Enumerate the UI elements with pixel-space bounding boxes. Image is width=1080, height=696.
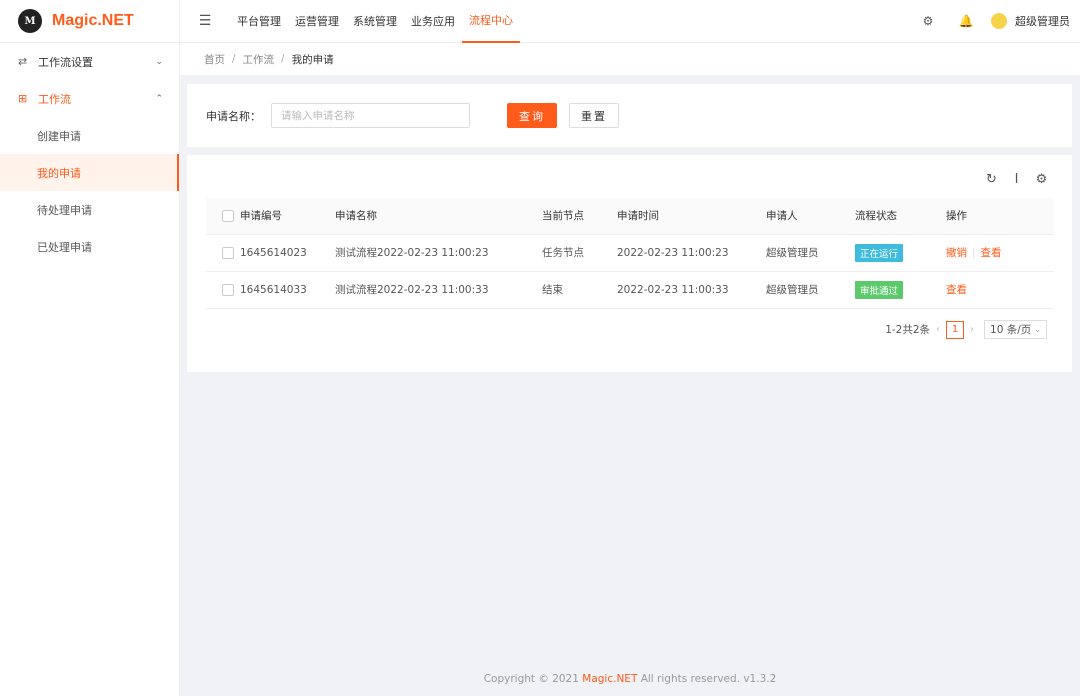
chevron-down-icon: ⌄ bbox=[155, 56, 163, 67]
breadcrumb-separator: / bbox=[281, 53, 285, 65]
cell-id: 1645614033 bbox=[240, 271, 335, 309]
cell-node: 任务节点 bbox=[542, 234, 617, 272]
column-header-time[interactable]: 申请时间 bbox=[617, 198, 766, 235]
cell-name: 测试流程2022-02-23 11:00:23 bbox=[335, 234, 542, 272]
sidebar-group-label: 工作流设置 bbox=[38, 55, 93, 69]
sidebar-item-my-requests[interactable]: 我的申请 bbox=[0, 154, 179, 191]
cell-time: 2022-02-23 11:00:23 bbox=[617, 234, 766, 272]
column-header-id[interactable]: 申请编号 bbox=[240, 198, 335, 235]
logo-mark-icon: M bbox=[18, 9, 42, 33]
reset-button[interactable]: 重置 bbox=[569, 103, 619, 128]
top-header: ☰ 平台管理 运营管理 系统管理 业务应用 流程中心 ⚙ 🔔 超级管理员 bbox=[180, 0, 1080, 43]
breadcrumb-home[interactable]: 首页 bbox=[204, 52, 225, 67]
footer: Copyright © 2021 Magic.NET All rights re… bbox=[180, 673, 1080, 685]
username[interactable]: 超级管理员 bbox=[1015, 13, 1070, 29]
table-row: 1645614033 测试流程2022-02-23 11:00:33 结束 20… bbox=[206, 271, 1054, 309]
cell-applicant: 超级管理员 bbox=[766, 234, 855, 272]
column-header-applicant[interactable]: 申请人 bbox=[766, 198, 855, 235]
page-size-value: 10 条/页 bbox=[990, 324, 1032, 336]
sidebar-item-processed-requests[interactable]: 已处理申请 bbox=[0, 228, 179, 265]
view-link[interactable]: 查看 bbox=[946, 284, 967, 296]
menu-fold-icon[interactable]: ☰ bbox=[180, 13, 230, 29]
swap-icon: ⇄ bbox=[18, 55, 28, 68]
breadcrumb: 首页 / 工作流 / 我的申请 bbox=[180, 43, 1080, 75]
view-link[interactable]: 查看 bbox=[981, 247, 1002, 259]
nav-operations[interactable]: 运营管理 bbox=[288, 0, 346, 43]
logo-text: Magic.NET bbox=[52, 12, 134, 29]
status-badge: 正在运行 bbox=[855, 243, 904, 262]
cell-applicant: 超级管理员 bbox=[766, 271, 855, 309]
cell-node: 结束 bbox=[542, 271, 617, 309]
logo[interactable]: M Magic.NET bbox=[0, 0, 179, 43]
density-icon[interactable]: Ι bbox=[1004, 172, 1029, 187]
cell-time: 2022-02-23 11:00:33 bbox=[617, 271, 766, 309]
pagination: 1-2共2条 ‹ 1 › 10 条/页 ⌄ bbox=[885, 320, 1047, 339]
table-tools: ↻ Ι ⚙ bbox=[979, 172, 1054, 187]
page-1-button[interactable]: 1 bbox=[946, 320, 965, 339]
workflow-icon: ⊞ bbox=[18, 92, 28, 105]
nav-workflow-center[interactable]: 流程中心 bbox=[462, 0, 520, 43]
breadcrumb-current: 我的申请 bbox=[291, 53, 334, 66]
nav-system[interactable]: 系统管理 bbox=[346, 0, 404, 43]
bell-icon[interactable]: 🔔 bbox=[947, 14, 985, 28]
nav-platform[interactable]: 平台管理 bbox=[230, 0, 288, 43]
column-header-node[interactable]: 当前节点 bbox=[542, 198, 617, 235]
sidebar: M Magic.NET ⇄ 工作流设置 ⌄ ⊞ 工作流 ⌃ 创建申请 我的申请 … bbox=[0, 0, 180, 696]
settings-icon[interactable]: ⚙ bbox=[909, 14, 947, 28]
avatar[interactable] bbox=[991, 13, 1007, 29]
sidebar-group-label: 工作流 bbox=[38, 92, 71, 106]
nav-business[interactable]: 业务应用 bbox=[404, 0, 462, 43]
refresh-icon[interactable]: ↻ bbox=[979, 172, 1004, 187]
row-checkbox[interactable] bbox=[222, 283, 234, 296]
prev-page-icon[interactable]: ‹ bbox=[936, 324, 940, 335]
revoke-link[interactable]: 撤销 bbox=[946, 247, 967, 259]
sidebar-group-workflow[interactable]: ⊞ 工作流 ⌃ bbox=[0, 80, 179, 117]
next-page-icon[interactable]: › bbox=[970, 324, 974, 335]
table-panel: ↻ Ι ⚙ 申请编号 申请名称 当前节点 申请时间 申请人 流程状态 操作 16… bbox=[187, 155, 1072, 372]
action-divider: | bbox=[972, 247, 976, 259]
query-button[interactable]: 查询 bbox=[507, 103, 557, 128]
chevron-up-icon: ⌃ bbox=[155, 93, 163, 104]
header-right: ⚙ 🔔 超级管理员 bbox=[909, 13, 1080, 29]
column-header-status[interactable]: 流程状态 bbox=[855, 198, 946, 235]
row-checkbox[interactable] bbox=[222, 246, 234, 259]
select-all-checkbox[interactable] bbox=[222, 209, 234, 222]
cell-name: 测试流程2022-02-23 11:00:33 bbox=[335, 271, 542, 309]
footer-prefix: Copyright © 2021 bbox=[483, 673, 583, 685]
sidebar-item-create-request[interactable]: 创建申请 bbox=[0, 117, 179, 154]
footer-brand-link[interactable]: Magic.NET bbox=[582, 673, 637, 685]
sidebar-item-pending-requests[interactable]: 待处理申请 bbox=[0, 191, 179, 228]
cell-id: 1645614023 bbox=[240, 234, 335, 272]
pagination-summary: 1-2共2条 bbox=[885, 324, 931, 336]
breadcrumb-workflow[interactable]: 工作流 bbox=[243, 52, 275, 67]
table-header-row: 申请编号 申请名称 当前节点 申请时间 申请人 流程状态 操作 bbox=[206, 198, 1054, 235]
requests-table: 申请编号 申请名称 当前节点 申请时间 申请人 流程状态 操作 16456140… bbox=[206, 198, 1054, 309]
status-badge: 审批通过 bbox=[855, 280, 904, 299]
search-label: 申请名称： bbox=[206, 109, 261, 123]
search-panel: 申请名称： 查询 重置 bbox=[187, 84, 1072, 147]
column-header-actions: 操作 bbox=[946, 198, 1054, 235]
column-header-name[interactable]: 申请名称 bbox=[335, 198, 542, 235]
column-settings-icon[interactable]: ⚙ bbox=[1029, 172, 1054, 187]
sidebar-group-workflow-settings[interactable]: ⇄ 工作流设置 ⌄ bbox=[0, 43, 179, 80]
request-name-input[interactable] bbox=[271, 103, 470, 128]
breadcrumb-separator: / bbox=[232, 53, 236, 65]
table-row: 1645614023 测试流程2022-02-23 11:00:23 任务节点 … bbox=[206, 234, 1054, 272]
footer-suffix: All rights reserved. v1.3.2 bbox=[637, 673, 777, 685]
page-size-select[interactable]: 10 条/页 ⌄ bbox=[984, 320, 1047, 339]
chevron-down-icon: ⌄ bbox=[1034, 325, 1041, 334]
